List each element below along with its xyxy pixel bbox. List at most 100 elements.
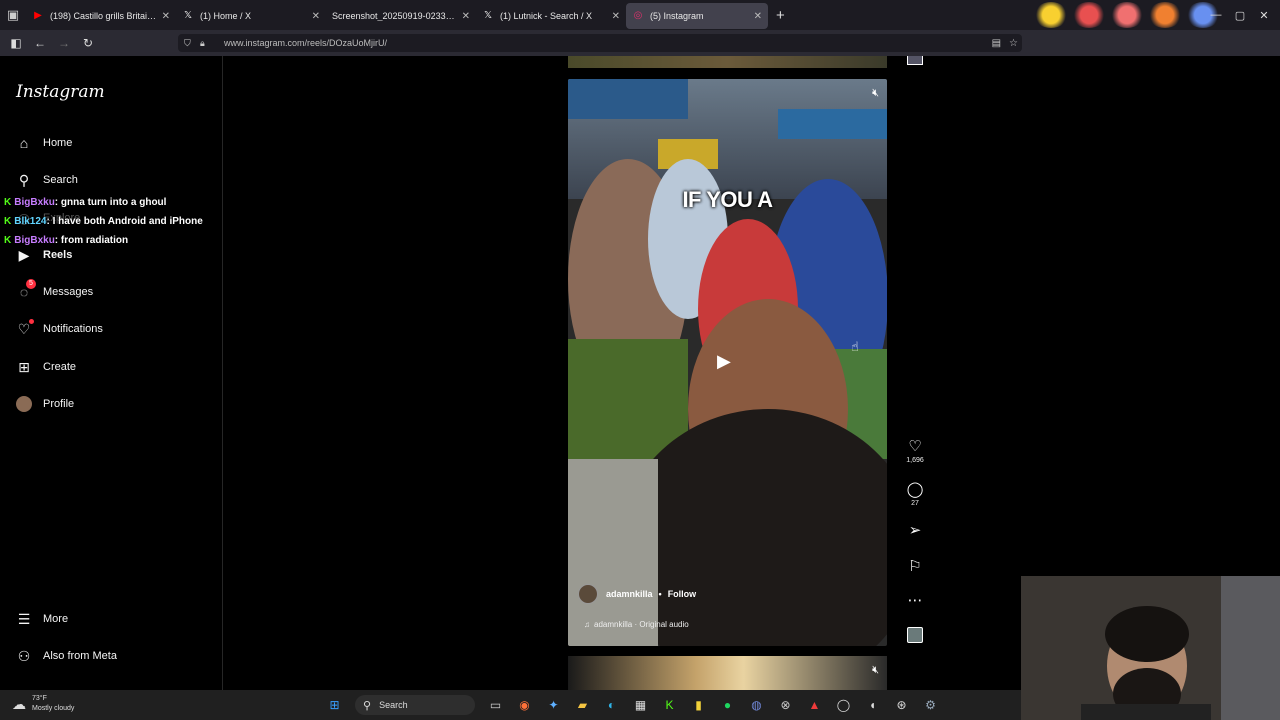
browser-tab-active[interactable]: ◎ (5) Instagram ✕: [626, 3, 768, 29]
windows-start-icon[interactable]: ⊞: [320, 695, 349, 715]
reader-view-icon[interactable]: ▤: [992, 38, 1001, 49]
tab-close-icon[interactable]: ✕: [312, 11, 320, 22]
weather-widget[interactable]: ☁ 73°F Mostly cloudy: [12, 694, 74, 714]
next-reel[interactable]: 🔇︎: [568, 656, 887, 690]
reel-video[interactable]: 🔇︎ IF YOU A ▶ adamnkilla • Follow ♫ adam…: [568, 79, 887, 646]
comment-icon: ◯: [906, 481, 924, 498]
sidebar-item-search[interactable]: ⚲ Search: [16, 169, 78, 191]
share-button[interactable]: ➢: [902, 521, 928, 539]
sidebar-toggle-icon[interactable]: ◧: [4, 30, 28, 56]
xbox-icon[interactable]: ⊗: [771, 695, 800, 715]
chat-username: BigBxku: [14, 235, 55, 246]
sidebar-item-label: Search: [43, 174, 78, 186]
reload-icon[interactable]: ↻: [76, 30, 100, 56]
sidebar-item-create[interactable]: ⊞ Create: [16, 356, 76, 378]
kick-icon[interactable]: K: [655, 695, 684, 715]
tab-close-icon[interactable]: ✕: [162, 11, 170, 22]
mouse-cursor-icon: ☝: [851, 339, 859, 354]
more-dots-icon: ⋯: [907, 592, 923, 609]
muted-speaker-icon[interactable]: 🔇︎: [872, 664, 879, 677]
taskbar-search[interactable]: ⚲ Search: [355, 695, 475, 715]
author-avatar[interactable]: [578, 584, 598, 604]
sidebar-item-reels[interactable]: ▶ Reels: [16, 244, 73, 266]
tab-label: (198) Castillo grills Britains bigg: [50, 11, 158, 21]
chat-username: BigBxku: [14, 197, 55, 208]
tab-close-icon[interactable]: ✕: [462, 11, 470, 22]
sidebar-item-label: Also from Meta: [43, 650, 117, 662]
sidebar-item-messages[interactable]: ◌ 5 Messages: [16, 279, 93, 303]
play-icon[interactable]: ▶: [717, 351, 739, 373]
send-icon: ➢: [908, 522, 922, 539]
shield-icon[interactable]: ⛉: [184, 38, 198, 49]
back-icon[interactable]: ←: [28, 30, 52, 56]
minimize-icon[interactable]: —: [1208, 0, 1224, 30]
reel-caption-overlay: IF YOU A: [682, 187, 773, 212]
heart-icon: ♡: [16, 319, 34, 337]
close-icon[interactable]: ✕: [1256, 0, 1272, 30]
taskbar-search-label: Search: [379, 700, 408, 710]
browser-nav-bar: ◧ ← → ↻ ⛉ 🔒︎ www.instagram.com/reels/DOz…: [0, 30, 1280, 56]
youtube-icon: ▶: [34, 10, 42, 21]
store-icon[interactable]: ▦: [626, 695, 655, 715]
separator-dot: •: [658, 589, 662, 599]
address-bar[interactable]: ⛉ 🔒︎ www.instagram.com/reels/DOzaUoMjirU…: [178, 34, 1022, 52]
x-icon: 𝕏: [183, 10, 193, 21]
file-explorer-icon[interactable]: ▰: [568, 695, 597, 715]
music-note-icon: ♫: [584, 620, 590, 629]
browser-tab[interactable]: 𝕏 (1) Lutnick - Search / X ✕: [476, 3, 626, 29]
discord-icon[interactable]: ◍: [742, 695, 771, 715]
author-username[interactable]: adamnkilla: [606, 589, 653, 599]
previous-reel-audio-thumb[interactable]: [907, 56, 923, 65]
sidebar-item-notifications[interactable]: ♡ Notifications: [16, 318, 103, 340]
maximize-icon[interactable]: ▢: [1232, 0, 1248, 30]
sidebar-item-more[interactable]: ☰ More: [16, 608, 68, 630]
search-icon: ⚲: [18, 171, 30, 188]
browser-tab[interactable]: ▶ (198) Castillo grills Britains bigg ✕: [26, 3, 176, 29]
more-options-button[interactable]: ⋯: [902, 591, 928, 609]
acrobat-icon[interactable]: ▲: [800, 695, 829, 715]
sidebar-item-label: Create: [43, 361, 77, 373]
avatar-wrap: [16, 396, 32, 412]
save-button[interactable]: ⚐: [902, 557, 928, 575]
audio-thumbnail[interactable]: [902, 627, 928, 643]
new-tab-icon[interactable]: +: [776, 7, 785, 24]
cloud-icon: ☁: [12, 696, 26, 712]
sidebar-item-meta[interactable]: ⚇ Also from Meta: [16, 645, 117, 667]
obs-icon[interactable]: ◯: [829, 695, 858, 715]
tab-label: (5) Instagram: [650, 11, 704, 21]
weather-temp: 73°F: [32, 695, 47, 702]
instagram-icon: ◎: [633, 10, 643, 21]
tab-close-icon[interactable]: ✕: [754, 11, 762, 22]
edge-icon[interactable]: ◐: [597, 695, 626, 715]
notes-icon[interactable]: ▮: [684, 695, 713, 715]
instagram-logo[interactable]: Instagram: [16, 82, 105, 102]
follow-button[interactable]: Follow: [668, 589, 697, 599]
bookmark-star-icon[interactable]: ☆: [1009, 38, 1018, 49]
browser-tab[interactable]: Screenshot_20250919-023352.png ✕: [326, 3, 476, 29]
gog-icon[interactable]: ◖: [858, 695, 887, 715]
sidebar-item-home[interactable]: ⌂ Home: [16, 132, 73, 154]
copilot-icon[interactable]: ✦: [539, 695, 568, 715]
heart-icon: ♡: [908, 438, 922, 455]
steam-icon[interactable]: ⚙: [916, 695, 945, 715]
lock-icon[interactable]: 🔒︎: [200, 38, 214, 49]
tab-close-icon[interactable]: ✕: [612, 11, 620, 22]
comment-button[interactable]: ◯ 27: [902, 480, 928, 507]
firefox-icon[interactable]: ◉: [510, 695, 539, 715]
chrome-icon[interactable]: ⊛: [887, 695, 916, 715]
sidebar-item-profile[interactable]: Profile: [16, 393, 74, 415]
browser-tab[interactable]: 𝕏 (1) Home / X ✕: [176, 3, 326, 29]
forward-icon[interactable]: →: [52, 30, 76, 56]
task-view-icon[interactable]: ▭: [481, 695, 510, 715]
tab-label: (1) Lutnick - Search / X: [500, 11, 593, 21]
like-button[interactable]: ♡ 1,696: [902, 437, 928, 464]
window-controls: — ▢ ✕: [1208, 0, 1280, 30]
chat-text: : gnna turn into a ghoul: [54, 197, 167, 208]
notification-dot: [29, 319, 34, 324]
tab-list-icon[interactable]: ▣: [0, 0, 26, 30]
previous-reel[interactable]: [568, 56, 887, 68]
spotify-icon[interactable]: ●: [713, 695, 742, 715]
sidebar-item-label: More: [43, 613, 69, 625]
reel-audio[interactable]: ♫ adamnkilla · Original audio: [584, 620, 689, 629]
muted-speaker-icon[interactable]: 🔇︎: [872, 87, 879, 100]
